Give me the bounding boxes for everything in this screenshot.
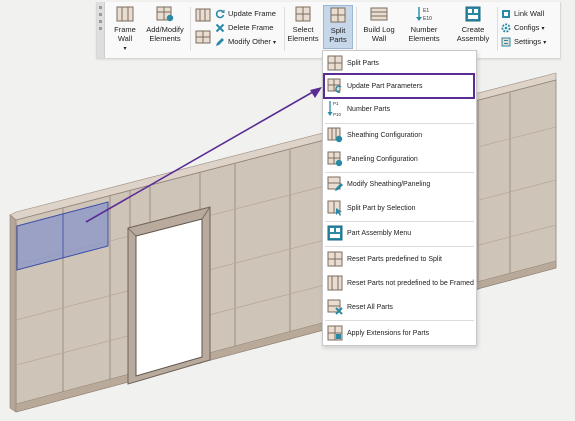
delete-x-icon [215, 23, 225, 33]
menu-item-split-part-by-selection[interactable]: Split Part by Selection [323, 197, 476, 219]
reset-all-parts-icon [327, 299, 343, 315]
menu-item-apply-extensions-for-parts[interactable]: Apply Extensions for Parts [323, 322, 476, 344]
frame-edit-icon-2[interactable] [195, 30, 211, 44]
split-parts-icon [330, 7, 346, 23]
frame-wall-button[interactable]: Frame Wall ▾ [111, 6, 139, 54]
menu-item-label: Paneling Configuration [347, 155, 418, 163]
frame-wall-icon [116, 6, 134, 22]
link-wall-label: Link Wall [514, 9, 545, 18]
menu-item-label: Part Assembly Menu [347, 229, 412, 237]
split-parts-icon [327, 55, 343, 71]
split-parts-dropdown-menu: Split Parts Update Part Parameters P1 P10… [322, 50, 477, 346]
highlight-box [323, 73, 475, 99]
build-log-wall-label: Build Log Wall [363, 25, 395, 43]
menu-item-label: Reset All Parts [347, 303, 393, 311]
update-frame-label: Update Frame [228, 9, 276, 18]
menu-item-label: Number Parts [347, 105, 391, 113]
link-wall-button[interactable]: Link Wall [501, 7, 544, 20]
number-elements-button[interactable]: E1 E10 Number Elements [406, 6, 442, 43]
settings-label: Settings [514, 37, 542, 46]
settings-button[interactable]: Settings ▾ [501, 35, 546, 48]
menu-item-modify-sheathing-paneling[interactable]: Modify Sheathing/Paneling [323, 173, 476, 195]
reset-parts-framed-icon [327, 275, 343, 291]
door-opening [135, 218, 203, 377]
svg-text:P1: P1 [333, 101, 339, 106]
configs-label: Configs [514, 23, 540, 32]
select-elements-icon [295, 6, 311, 22]
menu-item-part-assembly-menu[interactable]: Part Assembly Menu [323, 222, 476, 244]
svg-text:E1: E1 [423, 8, 429, 14]
split-parts-label: Split Parts [329, 26, 347, 44]
menu-item-label: Split Part by Selection [347, 204, 416, 212]
select-elements-label: Select Elements [287, 25, 319, 43]
menu-item-label: Apply Extensions for Parts [347, 329, 430, 337]
reset-parts-split-icon [327, 251, 343, 267]
paneling-configuration-icon [327, 151, 343, 167]
menu-item-split-parts[interactable]: Split Parts [323, 52, 476, 74]
link-wall-icon [502, 10, 510, 19]
split-part-by-selection-icon [327, 200, 342, 216]
select-elements-button[interactable]: Select Elements [287, 6, 319, 43]
annotation-arrowhead [310, 87, 322, 98]
wall-end [9, 214, 17, 413]
sheathing-configuration-icon [327, 127, 343, 143]
update-frame-button[interactable]: Update Frame [215, 7, 276, 20]
modify-other-button[interactable]: Modify Other ▾ [215, 35, 276, 48]
delete-frame-label: Delete Frame [228, 23, 274, 32]
build-log-wall-icon [370, 7, 388, 21]
configs-button[interactable]: Configs ▾ [501, 21, 545, 34]
add-modify-elements-button[interactable]: Add/Modify Elements [143, 6, 187, 43]
menu-item-label: Sheathing Configuration [347, 131, 423, 139]
create-assembly-button[interactable]: Create Assembly [455, 6, 491, 43]
gear-icon [501, 23, 511, 33]
ribbon-grip[interactable] [97, 2, 105, 58]
menu-item-label: Reset Parts predefined to Split [347, 255, 442, 263]
modify-other-label: Modify Other [228, 37, 271, 46]
number-parts-icon: P1 P10 [327, 101, 342, 117]
add-modify-elements-icon [156, 6, 174, 22]
apply-extensions-icon [327, 325, 343, 341]
create-assembly-label: Create Assembly [456, 25, 490, 43]
frame-edit-icon-1[interactable] [195, 8, 211, 22]
modify-sheathing-paneling-icon [327, 176, 343, 191]
delete-frame-button[interactable]: Delete Frame [215, 21, 273, 34]
menu-item-reset-parts-predefined-to-split[interactable]: Reset Parts predefined to Split [323, 248, 476, 270]
split-parts-button[interactable]: Split Parts [323, 5, 353, 49]
wall-3d-view[interactable] [0, 0, 575, 421]
settings-icon [501, 37, 511, 47]
number-elements-label: Number Elements [408, 25, 440, 43]
menu-item-reset-all-parts[interactable]: Reset All Parts [323, 296, 476, 318]
menu-item-number-parts[interactable]: P1 P10 Number Parts [323, 98, 476, 120]
build-log-wall-button[interactable]: Build Log Wall [363, 6, 395, 43]
svg-text:P10: P10 [333, 112, 342, 117]
number-elements-icon: E1 E10 [416, 7, 432, 22]
create-assembly-icon [465, 6, 481, 22]
menu-item-label: Reset Parts not predefined to be Framed [347, 279, 474, 287]
menu-item-reset-parts-not-predefined-to-be-framed[interactable]: Reset Parts not predefined to be Framed [323, 272, 476, 294]
menu-item-paneling-configuration[interactable]: Paneling Configuration [323, 148, 476, 170]
frame-wall-label: Frame Wall [114, 25, 136, 43]
menu-item-label: Split Parts [347, 59, 379, 67]
menu-item-sheathing-configuration[interactable]: Sheathing Configuration [323, 124, 476, 146]
refresh-icon [215, 9, 225, 19]
pencil-icon [216, 38, 224, 47]
svg-text:E10: E10 [423, 16, 432, 22]
menu-item-label: Modify Sheathing/Paneling [347, 180, 431, 188]
part-assembly-menu-icon [327, 225, 343, 241]
add-modify-elements-label: Add/Modify Elements [146, 25, 184, 43]
